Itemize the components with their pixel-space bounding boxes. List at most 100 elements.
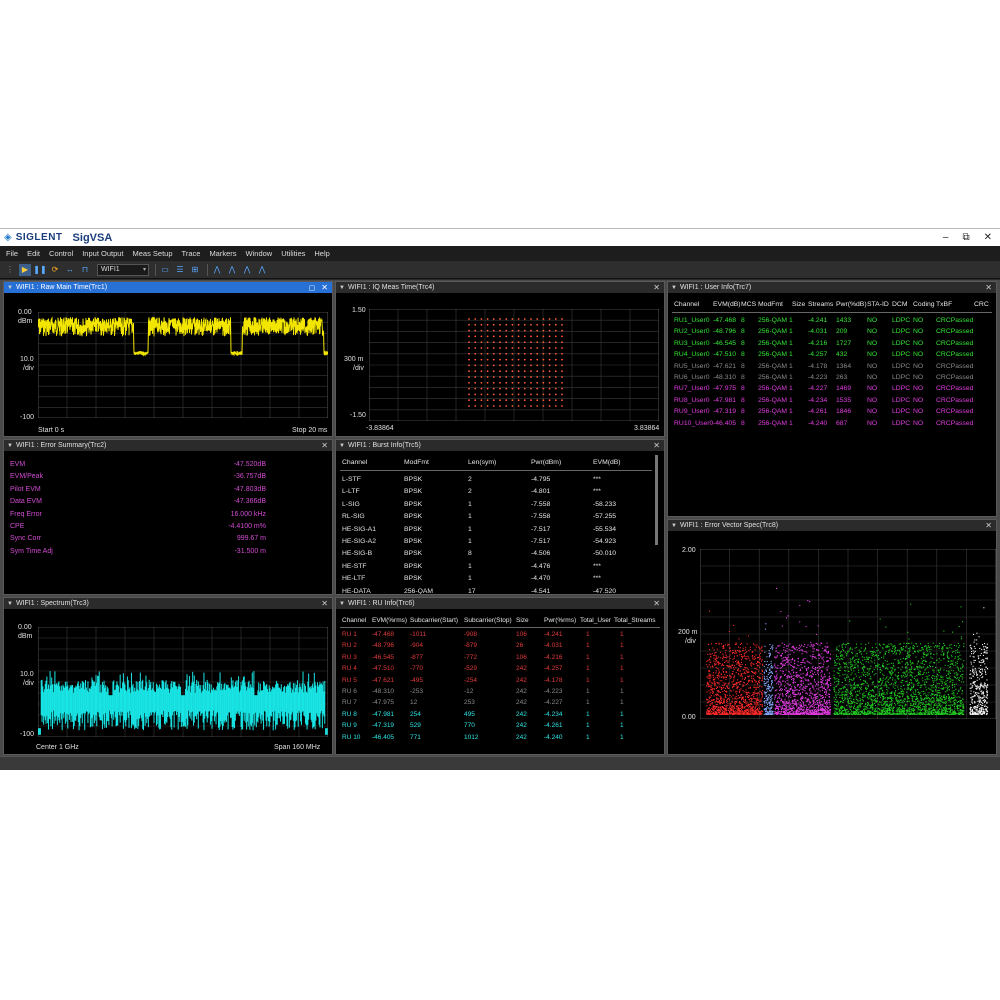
table-row[interactable]: RU10_User0 -46.405 8 256-QAM 1 -4.240 687 NO LD… (668, 420, 996, 431)
menu-meas-setup[interactable]: Meas Setup (133, 249, 173, 258)
collapse-triangle-icon[interactable]: ▼ (671, 523, 677, 529)
layout-stack-icon[interactable]: ☰ (174, 264, 186, 276)
marker-left-icon[interactable]: ⋀ (241, 264, 253, 276)
evm-scatter-series (833, 603, 965, 715)
table-row[interactable]: RU 4 -47.510 -770 -529 242 -4.257 1 1 (336, 665, 664, 676)
table-row[interactable]: RU8_User0 -47.981 8 256-QAM 1 -4.234 1535 NO LD… (668, 397, 996, 408)
evm-point (802, 680, 804, 682)
close-icon[interactable]: ✕ (653, 283, 660, 292)
ru-cell: -879 (464, 642, 478, 650)
table-row[interactable]: RU 2 -48.796 -904 -879 26 -4.031 1 1 (336, 642, 664, 653)
evm-point (800, 708, 802, 710)
table-row[interactable]: RU 8 -47.981 254 495 242 -4.234 1 1 (336, 711, 664, 722)
menu-help[interactable]: Help (314, 249, 329, 258)
evm-point (935, 667, 937, 669)
marker-peak-icon[interactable]: ⋀ (211, 264, 223, 276)
table-row[interactable]: RU 9 -47.319 529 770 242 -4.261 1 1 (336, 722, 664, 733)
table-row[interactable]: HE-LTF BPSK 1 -4.470 *** (336, 575, 664, 586)
table-row[interactable]: HE-STF BPSK 1 -4.476 *** (336, 563, 664, 574)
single-sweep-button[interactable]: ⟳ (49, 264, 61, 276)
evm-point (742, 699, 744, 701)
collapse-triangle-icon[interactable]: ▼ (339, 443, 345, 449)
table-row[interactable]: RU9_User0 -47.319 8 256-QAM 1 -4.261 1846 NO LD… (668, 408, 996, 419)
table-row[interactable]: RU 3 -46.545 -877 -772 106 -4.216 1 1 (336, 654, 664, 665)
menu-control[interactable]: Control (49, 249, 73, 258)
user-cell-coding: LDPC (892, 385, 911, 393)
y-div-label: /div (353, 365, 364, 372)
table-row[interactable]: RU5_User0 -47.621 8 256-QAM 1 -4.178 1364 NO LD… (668, 363, 996, 374)
restore-button[interactable]: ⧉ (962, 232, 969, 243)
collapse-triangle-icon[interactable]: ▼ (7, 443, 13, 449)
marker-next-peak-icon[interactable]: ⋀ (226, 264, 238, 276)
pause-button[interactable]: ❚❚ (33, 264, 46, 276)
close-icon[interactable]: ✕ (985, 521, 992, 530)
table-row[interactable]: HE-SIG-A1 BPSK 1 -7.517 -55.534 (336, 526, 664, 537)
table-row[interactable]: RU4_User0 -47.510 8 256-QAM 1 -4.257 432 NO LDP… (668, 351, 996, 362)
evm-point (882, 673, 884, 675)
layout-grid-icon[interactable]: ⊞ (189, 264, 201, 276)
table-row[interactable]: RU3_User0 -46.545 8 256-QAM 1 -4.216 1727 NO LD… (668, 340, 996, 351)
menu-file[interactable]: File (6, 249, 18, 258)
table-row[interactable]: HE-SIG-B BPSK 8 -4.506 -50.010 (336, 550, 664, 561)
table-row[interactable]: RU7_User0 -47.975 8 256-QAM 1 -4.227 1469 NO LD… (668, 385, 996, 396)
close-button[interactable]: ✕ (984, 232, 992, 243)
collapse-triangle-icon[interactable]: ▼ (671, 285, 677, 291)
menu-trace[interactable]: Trace (182, 249, 201, 258)
evm-point (784, 664, 786, 666)
evm-point (830, 684, 832, 686)
table-row[interactable]: HE-SIG-A2 BPSK 1 -7.517 -54.923 (336, 538, 664, 549)
evm-point (784, 674, 786, 676)
evm-point (755, 654, 757, 656)
close-icon[interactable]: ✕ (321, 283, 328, 292)
hold-button[interactable]: ⊓ (79, 264, 91, 276)
evm-point (789, 708, 791, 710)
collapse-triangle-icon[interactable]: ▼ (339, 285, 345, 291)
restart-button[interactable]: ↔ (64, 264, 76, 276)
evm-point (819, 687, 821, 689)
close-icon[interactable]: ✕ (321, 599, 328, 608)
table-row[interactable]: RU 6 -48.310 -253 -12 242 -4.223 1 1 (336, 688, 664, 699)
panel-header[interactable]: ▼ WIFI1 : Raw Main Time(Trc1) ▢ ✕ (4, 282, 332, 293)
ru-cell: -904 (410, 642, 424, 650)
close-icon[interactable]: ✕ (321, 441, 328, 450)
close-icon[interactable]: ✕ (653, 441, 660, 450)
close-icon[interactable]: ✕ (985, 283, 992, 292)
collapse-triangle-icon[interactable]: ▼ (7, 285, 13, 291)
menu-input-output[interactable]: Input Output (82, 249, 123, 258)
menu-utilities[interactable]: Utilities (281, 249, 305, 258)
layout-single-icon[interactable]: ▭ (159, 264, 171, 276)
table-row[interactable]: RU 7 -47.975 12 253 242 -4.227 1 1 (336, 699, 664, 710)
evm-point (793, 704, 795, 706)
panel-header[interactable]: ▼ WIFI1 : Spectrum(Trc3) ✕ (4, 598, 332, 609)
menu-markers[interactable]: Markers (209, 249, 236, 258)
collapse-triangle-icon[interactable]: ▼ (339, 601, 345, 607)
table-row[interactable]: RL-SIG BPSK 1 -7.558 -57.255 (336, 513, 664, 524)
measurement-select[interactable]: WIFI1 ▾ (97, 263, 149, 276)
table-row[interactable]: L-SIG BPSK 1 -7.558 -58.233 (336, 501, 664, 512)
minimize-button[interactable]: – (943, 232, 949, 243)
panel-header[interactable]: ▼ WIFI1 : Error Summary(Trc2) ✕ (4, 440, 332, 451)
table-row[interactable]: RU 10 -46.405 771 1012 242 -4.240 1 1 (336, 734, 664, 745)
evm-point (906, 684, 908, 686)
table-row[interactable]: L-LTF BPSK 2 -4.801 *** (336, 488, 664, 499)
panel-header[interactable]: ▼ WIFI1 : RU Info(Trc6) ✕ (336, 598, 664, 609)
panel-header[interactable]: ▼ WIFI1 : Error Vector Spec(Trc8) ✕ (668, 520, 996, 531)
table-row[interactable]: L-STF BPSK 2 -4.795 *** (336, 476, 664, 487)
marker-right-icon[interactable]: ⋀ (256, 264, 268, 276)
panel-header[interactable]: ▼ WIFI1 : IQ Meas Time(Trc4) ✕ (336, 282, 664, 293)
table-row[interactable]: HE-DATA 256-QAM 17 -4.541 -47.520 (336, 588, 664, 594)
close-icon[interactable]: ✕ (653, 599, 660, 608)
panel-header[interactable]: ▼ WIFI1 : Burst Info(Trc5) ✕ (336, 440, 664, 451)
table-row[interactable]: RU2_User0 -48.796 8 256-QAM 1 -4.031 209 NO LDP… (668, 328, 996, 339)
play-button[interactable]: ▶ (19, 263, 31, 276)
panel-header[interactable]: ▼ WIFI1 : User Info(Trc7) ✕ (668, 282, 996, 293)
menu-window[interactable]: Window (246, 249, 273, 258)
maximize-icon[interactable]: ▢ (309, 284, 316, 292)
evm-point (947, 651, 949, 653)
table-row[interactable]: RU6_User0 -48.310 8 256-QAM 1 -4.223 263 NO LDP… (668, 374, 996, 385)
table-row[interactable]: RU 5 -47.621 -495 -254 242 -4.178 1 1 (336, 677, 664, 688)
collapse-triangle-icon[interactable]: ▼ (7, 601, 13, 607)
table-row[interactable]: RU1_User0 -47.468 8 256-QAM 1 -4.241 1433 NO LD… (668, 317, 996, 328)
table-row[interactable]: RU 1 -47.468 -1011 -908 106 -4.241 1 1 (336, 631, 664, 642)
menu-edit[interactable]: Edit (27, 249, 40, 258)
